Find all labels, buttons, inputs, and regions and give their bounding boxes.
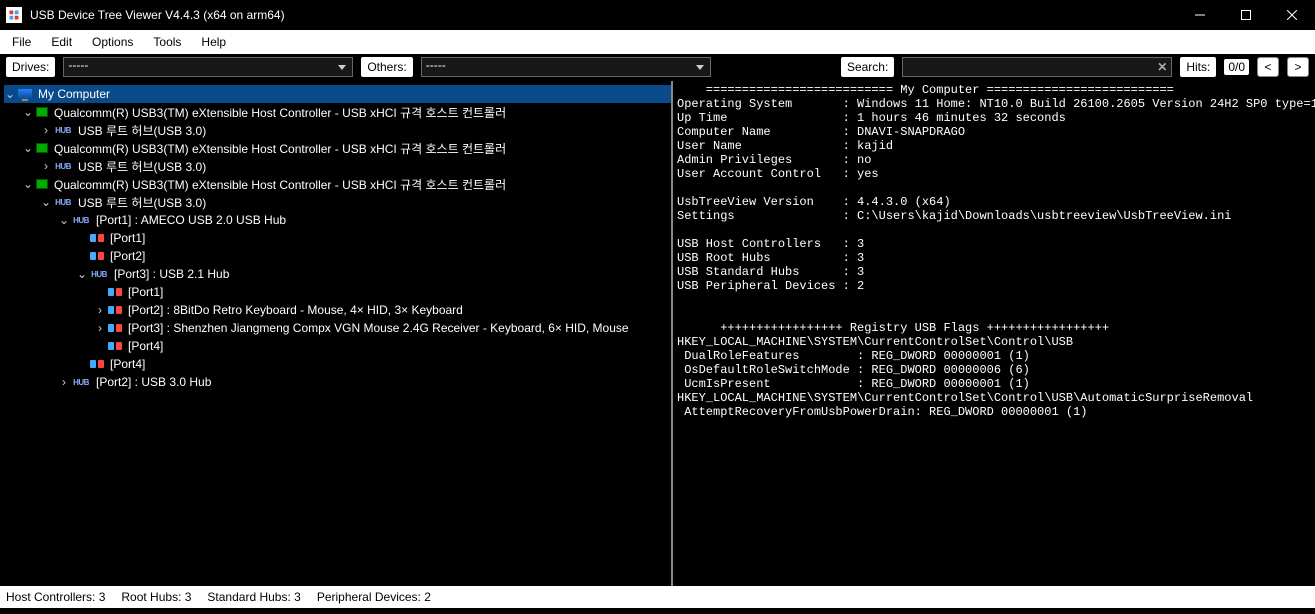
collapse-toggle[interactable]: ⌄ [22,141,34,155]
drives-label: Drives: [6,57,55,77]
tree-item-label: [Port3] : Shenzhen Jiangmeng Compx VGN M… [126,321,629,335]
collapse-toggle[interactable]: ⌄ [40,195,52,209]
hub-icon: HUB [54,123,72,137]
tree-item-label: Qualcomm(R) USB3(TM) eXtensible Host Con… [52,140,506,157]
port-icon [108,339,122,353]
tree-item-label: [Port4] [108,357,145,371]
statusbar: Host Controllers: 3 Root Hubs: 3 Standar… [0,586,1315,608]
device-tree[interactable]: ⌄My Computer⌄Qualcomm(R) USB3(TM) eXtens… [0,81,673,586]
status-standard-hubs: Standard Hubs: 3 [207,590,300,604]
port-icon [90,357,104,371]
tree-row[interactable]: [Port2] [4,247,671,265]
minimize-button[interactable] [1177,0,1223,30]
hits-value: 0/0 [1224,59,1249,75]
menubar: File Edit Options Tools Help [0,30,1315,54]
chip-icon [36,107,48,117]
menu-edit[interactable]: Edit [43,33,80,51]
status-root-hubs: Root Hubs: 3 [121,590,191,604]
titlebar: USB Device Tree Viewer V4.4.3 (x64 on ar… [0,0,1315,30]
dev-icon [108,321,122,335]
tree-item-label: USB 루트 허브(USB 3.0) [76,122,206,139]
hub-icon: HUB [90,267,108,281]
hub-icon: HUB [54,159,72,173]
hub-icon: HUB [54,195,72,209]
collapse-toggle[interactable]: ⌄ [58,213,70,227]
tree-item-label: Qualcomm(R) USB3(TM) eXtensible Host Con… [52,176,506,193]
tree-item-label: USB 루트 허브(USB 3.0) [76,194,206,211]
dev-icon [108,303,122,317]
tree-item-label: [Port2] : USB 3.0 Hub [94,375,211,389]
others-select[interactable]: ----- [421,57,711,77]
next-hit-button[interactable]: > [1287,57,1309,77]
status-peripheral-devices: Peripheral Devices: 2 [317,590,431,604]
others-label: Others: [361,57,412,77]
tree-row[interactable]: ⌄ Qualcomm(R) USB3(TM) eXtensible Host Co… [4,175,671,193]
tree-row[interactable]: [Port4] [4,355,671,373]
clear-search-icon[interactable]: ✕ [1157,60,1167,74]
tree-row[interactable]: ⌄ Qualcomm(R) USB3(TM) eXtensible Host Co… [4,139,671,157]
hub-icon: HUB [72,213,90,227]
detail-text[interactable]: ========================== My Computer =… [677,83,1311,419]
window-title: USB Device Tree Viewer V4.4.3 (x64 on ar… [30,8,285,22]
main-area: ⌄My Computer⌄Qualcomm(R) USB3(TM) eXtens… [0,80,1315,586]
tree-item-label: Qualcomm(R) USB3(TM) eXtensible Host Con… [52,104,506,121]
chip-icon [36,143,48,153]
collapse-toggle[interactable]: ⌄ [22,177,34,191]
menu-options[interactable]: Options [84,33,141,51]
expand-toggle[interactable]: › [40,159,52,173]
expand-toggle[interactable]: › [58,375,70,389]
toolbar: Drives: ----- Others: ----- Search: ✕ Hi… [0,54,1315,80]
tree-item-label: [Port2] [108,249,145,263]
tree-row[interactable]: ⌄ Qualcomm(R) USB3(TM) eXtensible Host Co… [4,103,671,121]
mon-icon [18,89,32,99]
tree-row[interactable]: ⌄HUB [Port1] : AMECO USB 2.0 USB Hub [4,211,671,229]
tree-row[interactable]: ⌄HUB USB 루트 허브(USB 3.0) [4,193,671,211]
drives-value: ----- [68,58,88,72]
port-icon [90,249,104,263]
hub-icon: HUB [72,375,90,389]
menu-help[interactable]: Help [193,33,234,51]
tree-item-label: [Port1] : AMECO USB 2.0 USB Hub [94,213,286,227]
tree-item-label: [Port3] : USB 2.1 Hub [112,267,229,281]
tree-item-label: [Port4] [126,339,163,353]
close-button[interactable] [1269,0,1315,30]
tree-item-label: [Port2] : 8BitDo Retro Keyboard - Mouse,… [126,303,463,317]
hits-label: Hits: [1180,57,1216,77]
tree-row[interactable]: ⌄HUB [Port3] : USB 2.1 Hub [4,265,671,283]
collapse-toggle[interactable]: ⌄ [76,267,88,281]
search-input[interactable]: ✕ [902,57,1172,77]
detail-panel: ========================== My Computer =… [673,81,1315,586]
chip-icon [36,179,48,189]
menu-file[interactable]: File [4,33,39,51]
drives-select[interactable]: ----- [63,57,353,77]
tree-item-label: [Port1] [126,285,163,299]
tree-row[interactable]: ›HUB [Port2] : USB 3.0 Hub [4,373,671,391]
tree-row[interactable]: › [Port3] : Shenzhen Jiangmeng Compx VGN … [4,319,671,337]
tree-row[interactable]: [Port1] [4,283,671,301]
others-value: ----- [426,58,446,72]
menu-tools[interactable]: Tools [145,33,189,51]
collapse-toggle[interactable]: ⌄ [22,105,34,119]
tree-item-label: USB 루트 허브(USB 3.0) [76,158,206,175]
tree-item-label: [Port1] [108,231,145,245]
app-icon [6,7,22,23]
window-controls [1177,0,1315,30]
maximize-button[interactable] [1223,0,1269,30]
tree-row[interactable]: › [Port2] : 8BitDo Retro Keyboard - Mouse… [4,301,671,319]
collapse-toggle[interactable]: ⌄ [4,87,16,101]
prev-hit-button[interactable]: < [1257,57,1279,77]
expand-toggle[interactable]: › [94,321,106,335]
status-host-controllers: Host Controllers: 3 [6,590,105,604]
tree-row[interactable]: [Port4] [4,337,671,355]
tree-row[interactable]: ⌄ My Computer [4,85,671,103]
port-icon [90,231,104,245]
search-label: Search: [841,57,894,77]
expand-toggle[interactable]: › [40,123,52,137]
port-icon [108,285,122,299]
tree-row[interactable]: ›HUB USB 루트 허브(USB 3.0) [4,121,671,139]
expand-toggle[interactable]: › [94,303,106,317]
tree-item-label: My Computer [36,87,110,101]
tree-row[interactable]: ›HUB USB 루트 허브(USB 3.0) [4,157,671,175]
tree-row[interactable]: [Port1] [4,229,671,247]
